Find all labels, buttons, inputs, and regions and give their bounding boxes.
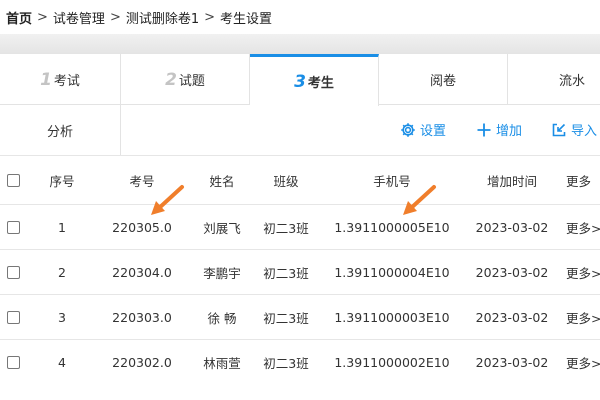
import-button[interactable]: 导入 — [551, 120, 597, 139]
tab-label: 分析 — [46, 124, 73, 140]
tab-candidates[interactable]: 3 考生 — [250, 54, 379, 106]
cell-added-time: 2023-03-02 — [475, 354, 549, 370]
cell-class: 初二3班 — [263, 355, 309, 371]
arrow-annotation-icon — [403, 185, 436, 215]
breadcrumb-separator: > — [109, 9, 121, 25]
import-icon — [551, 122, 567, 138]
cell-name: 徐 畅 — [207, 310, 237, 326]
cell-added-time: 2023-03-02 — [475, 309, 549, 325]
cell-index: 4 — [58, 354, 66, 370]
row-checkbox[interactable] — [6, 265, 20, 279]
settings-label: 设置 — [420, 124, 447, 139]
tab-step-number: 2 — [165, 69, 177, 90]
cell-class: 初二3班 — [263, 310, 309, 326]
tab-exam[interactable]: 1 考试 — [0, 54, 121, 105]
header-divider-band — [0, 34, 600, 54]
tab-step-number: 1 — [40, 69, 52, 90]
row-checkbox[interactable] — [6, 355, 20, 369]
select-all-cell — [0, 156, 26, 204]
more-link[interactable]: 更多> — [566, 250, 600, 294]
add-label: 增加 — [496, 124, 523, 139]
breadcrumb-separator: > — [204, 9, 216, 25]
cell-exam-no: 220302.0 — [112, 354, 172, 370]
table-header-row: 序号 考号 姓名 班级 手机号 增加时间 更多 — [0, 155, 600, 204]
breadcrumb-item-paper[interactable]: 测试删除卷1 — [126, 8, 199, 27]
tab-grading[interactable]: 阅卷 — [379, 54, 508, 105]
cell-exam-no: 220304.0 — [112, 264, 172, 280]
cell-phone: 1.3911000002E10 — [334, 354, 450, 370]
more-link[interactable]: 更多> — [566, 205, 600, 249]
breadcrumb-item-current: 考生设置 — [220, 11, 273, 27]
select-all-checkbox[interactable] — [6, 173, 20, 187]
plus-icon — [476, 122, 492, 138]
add-button[interactable]: 增加 — [476, 120, 522, 139]
toolbar-row: 分析 设置 增加 导入 — [0, 105, 600, 155]
gear-icon — [400, 122, 416, 138]
cell-name: 林雨萱 — [203, 355, 241, 371]
cell-added-time: 2023-03-02 — [475, 219, 549, 235]
header-name[interactable]: 姓名 — [192, 156, 252, 204]
header-class[interactable]: 班级 — [252, 156, 320, 204]
tab-label: 考试 — [53, 74, 80, 89]
tab-step-number: 3 — [294, 71, 306, 92]
row-checkbox-cell — [0, 295, 26, 339]
table-row: 3 220303.0 徐 畅 初二3班 1.3911000003E10 2023… — [0, 294, 600, 339]
cell-added-time: 2023-03-02 — [475, 264, 549, 280]
header-index[interactable]: 序号 — [32, 156, 92, 204]
arrow-annotation-icon — [151, 185, 184, 215]
header-added-time[interactable]: 增加时间 — [462, 156, 562, 204]
table-row: 2 220304.0 李鹏宇 初二3班 1.3911000004E10 2023… — [0, 249, 600, 294]
breadcrumb-home[interactable]: 首页 — [6, 8, 32, 27]
cell-index: 1 — [58, 219, 66, 235]
tab-label: 阅卷 — [429, 74, 456, 89]
cell-phone: 1.3911000004E10 — [334, 264, 450, 280]
cell-index: 2 — [58, 264, 66, 280]
tab-flow[interactable]: 流水 — [508, 54, 600, 105]
cell-index: 3 — [58, 309, 66, 325]
more-link[interactable]: 更多> — [566, 340, 600, 384]
breadcrumb-separator: > — [37, 9, 48, 25]
tab-label: 试题 — [178, 74, 205, 89]
table-row: 4 220302.0 林雨萱 初二3班 1.3911000002E10 2023… — [0, 339, 600, 384]
import-label: 导入 — [571, 124, 598, 139]
row-checkbox[interactable] — [6, 310, 20, 324]
breadcrumb-item-paper-management[interactable]: 试卷管理 — [53, 8, 105, 27]
tab-analysis[interactable]: 分析 — [0, 105, 121, 155]
row-checkbox-cell — [0, 340, 26, 384]
cell-class: 初二3班 — [263, 265, 309, 281]
tab-label: 考生 — [307, 76, 334, 91]
row-checkbox-cell — [0, 205, 26, 249]
tab-questions[interactable]: 2 试题 — [121, 54, 250, 105]
breadcrumb: 首页 > 试卷管理 > 测试删除卷1 > 考生设置 — [0, 0, 600, 34]
more-link[interactable]: 更多> — [566, 295, 600, 339]
settings-button[interactable]: 设置 — [400, 120, 446, 139]
cell-name: 刘展飞 — [203, 220, 241, 236]
cell-exam-no: 220303.0 — [112, 309, 172, 325]
candidates-table: 序号 考号 姓名 班级 手机号 增加时间 更多 1 220305.0 刘展飞 初… — [0, 155, 600, 384]
header-more: 更多 — [566, 173, 592, 189]
tab-label: 流水 — [558, 74, 585, 89]
cell-class: 初二3班 — [263, 220, 309, 236]
cell-phone: 1.3911000003E10 — [334, 309, 450, 325]
row-checkbox-cell — [0, 250, 26, 294]
row-checkbox[interactable] — [6, 220, 20, 234]
step-tabs: 1 考试 2 试题 3 考生 阅卷 流水 — [0, 54, 600, 106]
cell-name: 李鹏宇 — [203, 265, 241, 281]
table-row: 1 220305.0 刘展飞 初二3班 1.3911000005E10 2023… — [0, 204, 600, 249]
